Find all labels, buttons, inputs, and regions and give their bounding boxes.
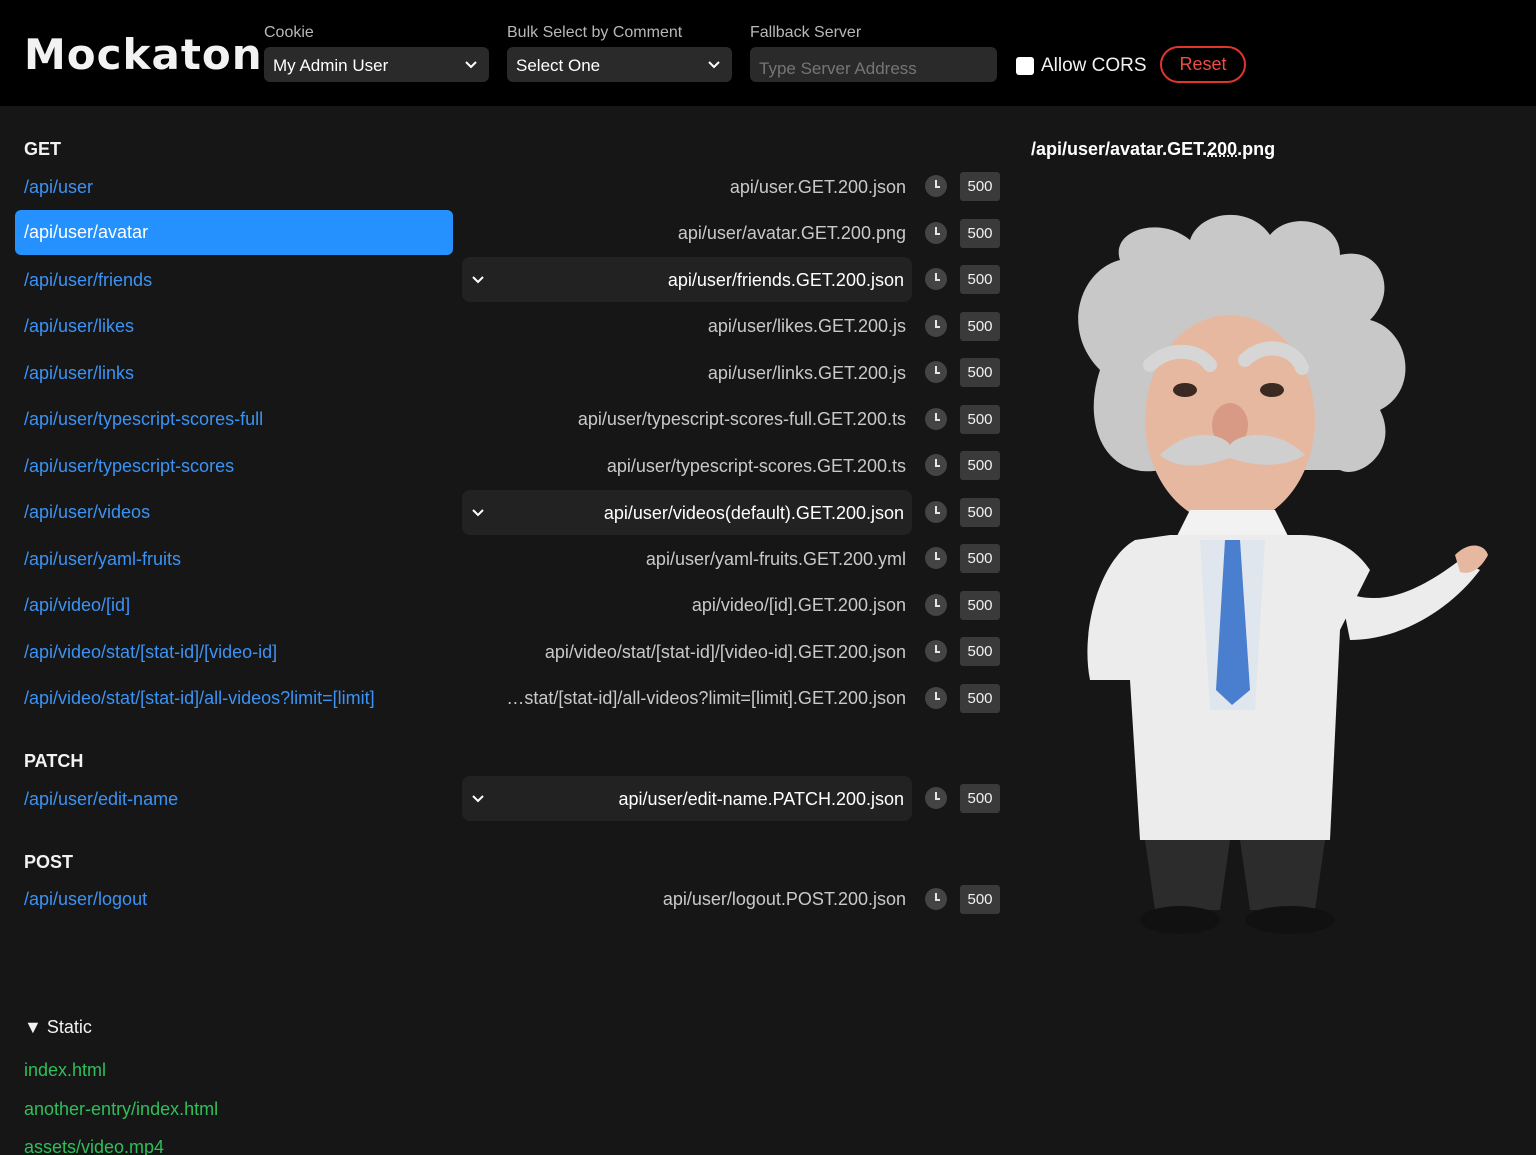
status-500-toggle[interactable]: 500 [960,451,1000,480]
delay-toggle-icon[interactable] [925,222,947,244]
delay-toggle-icon[interactable] [925,787,947,809]
chevron-down-icon [472,795,484,803]
delay-toggle-icon[interactable] [925,408,947,430]
static-file-link[interactable]: assets/video.mp4 [24,1137,164,1155]
delay-toggle-icon[interactable] [925,315,947,337]
mock-select[interactable]: api/user/edit-name.PATCH.200.json [462,776,912,821]
mock-filename: api/user/likes.GET.200.js [707,316,906,336]
static-section-toggle[interactable]: ▼ Static [24,1017,92,1038]
preview-title-suffix: .png [1237,139,1276,159]
status-500-toggle[interactable]: 500 [960,358,1000,387]
status-500-toggle[interactable]: 500 [960,405,1000,434]
chevron-down-icon [472,509,484,517]
static-file-link[interactable]: index.html [24,1060,106,1081]
status-500-toggle[interactable]: 500 [960,219,1000,248]
method-heading-patch: PATCH [24,751,84,771]
mock-filename: api/video/stat/[stat-id]/[video-id].GET.… [544,642,906,662]
route-link[interactable]: /api/user/links [24,363,134,384]
app-logo: Mockaton [24,30,263,79]
route-link[interactable]: /api/user/videos [24,502,150,523]
chevron-down-icon [465,61,477,69]
route-link[interactable]: /api/video/stat/[stat-id]/all-videos?lim… [24,688,375,709]
route-link[interactable]: /api/video/stat/[stat-id]/[video-id] [24,642,277,663]
preview-title: /api/user/avatar.GET.200.png [1031,139,1275,160]
mock-filename: api/user.GET.200.json [729,177,906,197]
avatar-shoe-right [1245,906,1335,934]
top-bar: Mockaton Cookie My Admin User Bulk Selec… [0,0,1536,106]
mock-filename: api/user/typescript-scores-full.GET.200.… [577,409,906,429]
route-link[interactable]: /api/user/likes [24,316,134,337]
delay-toggle-icon[interactable] [925,594,947,616]
method-heading-post: POST [24,852,74,872]
cors-checkbox[interactable] [1016,57,1034,75]
mock-filename: api/user/links.GET.200.js [707,363,906,383]
cookie-label: Cookie [264,24,314,41]
avatar-hand [1455,545,1488,573]
bulk-select[interactable]: Select One [507,47,732,82]
mock-filename: api/user/typescript-scores.GET.200.ts [606,456,906,476]
mock-select[interactable]: api/user/friends.GET.200.json [462,257,912,302]
status-500-toggle[interactable]: 500 [960,885,1000,914]
mock-filename: …stat/[stat-id]/all-videos?limit=[limit]… [506,688,906,708]
delay-toggle-icon[interactable] [925,547,947,569]
preview-title-prefix: /api/user/avatar.GET. [1031,139,1208,159]
mock-filename: api/user/avatar.GET.200.png [677,223,906,243]
delay-toggle-icon[interactable] [925,268,947,290]
fallback-server-input[interactable] [750,47,997,82]
delay-toggle-icon[interactable] [925,454,947,476]
delay-toggle-icon[interactable] [925,687,947,709]
cookie-select[interactable]: My Admin User [264,47,489,82]
static-file-link[interactable]: another-entry/index.html [24,1099,218,1120]
delay-toggle-icon[interactable] [925,640,947,662]
status-500-toggle[interactable]: 500 [960,684,1000,713]
cors-label: Allow CORS [1041,55,1147,76]
status-500-toggle[interactable]: 500 [960,172,1000,201]
status-500-toggle[interactable]: 500 [960,544,1000,573]
avatar-eye-right [1260,383,1284,397]
cors-toggle[interactable]: Allow CORS [1016,55,1147,77]
cookie-select-value: My Admin User [273,56,389,75]
status-500-toggle[interactable]: 500 [960,784,1000,813]
status-500-toggle[interactable]: 500 [960,265,1000,294]
mock-select[interactable]: api/user/videos(default).GET.200.json [462,490,912,535]
avatar-leg-right [1240,840,1325,910]
delay-toggle-icon[interactable] [925,175,947,197]
method-heading-get: GET [24,139,62,159]
mock-filename: api/user/yaml-fruits.GET.200.yml [645,549,906,569]
mock-select-value: api/user/friends.GET.200.json [667,270,904,290]
bulk-select-label: Bulk Select by Comment [507,24,683,41]
chevron-down-icon [708,61,720,69]
avatar-preview-image [1078,214,1488,934]
status-500-toggle[interactable]: 500 [960,498,1000,527]
delay-toggle-icon[interactable] [925,888,947,910]
mock-filename: api/user/logout.POST.200.json [662,889,906,909]
mock-select-value: api/user/edit-name.PATCH.200.json [618,789,904,809]
route-link[interactable]: /api/user/typescript-scores-full [24,409,263,430]
bulk-select-value: Select One [516,56,601,75]
mock-select-value: api/user/videos(default).GET.200.json [603,503,904,523]
status-500-toggle[interactable]: 500 [960,591,1000,620]
avatar-shoe-left [1140,906,1220,934]
mock-filename: api/video/[id].GET.200.json [691,595,906,615]
avatar-eye-left [1173,383,1197,397]
route-link[interactable]: /api/video/[id] [24,595,130,616]
route-link[interactable]: /api/user/typescript-scores [24,456,234,477]
preview-title-status: 200 [1207,139,1238,159]
route-link[interactable]: /api/user/yaml-fruits [24,549,181,570]
status-500-toggle[interactable]: 500 [960,637,1000,666]
delay-toggle-icon[interactable] [925,361,947,383]
route-link[interactable]: /api/user/friends [24,270,152,291]
route-link[interactable]: /api/user [24,177,93,198]
status-500-toggle[interactable]: 500 [960,312,1000,341]
fallback-server-label: Fallback Server [750,24,862,41]
chevron-down-icon [472,276,484,284]
reset-button[interactable]: Reset [1160,46,1246,83]
route-link[interactable]: /api/user/edit-name [24,789,178,810]
route-link[interactable]: /api/user/logout [24,889,147,910]
delay-toggle-icon[interactable] [925,501,947,523]
avatar-leg-left [1145,840,1230,910]
route-link-selected[interactable]: /api/user/avatar [15,210,453,255]
